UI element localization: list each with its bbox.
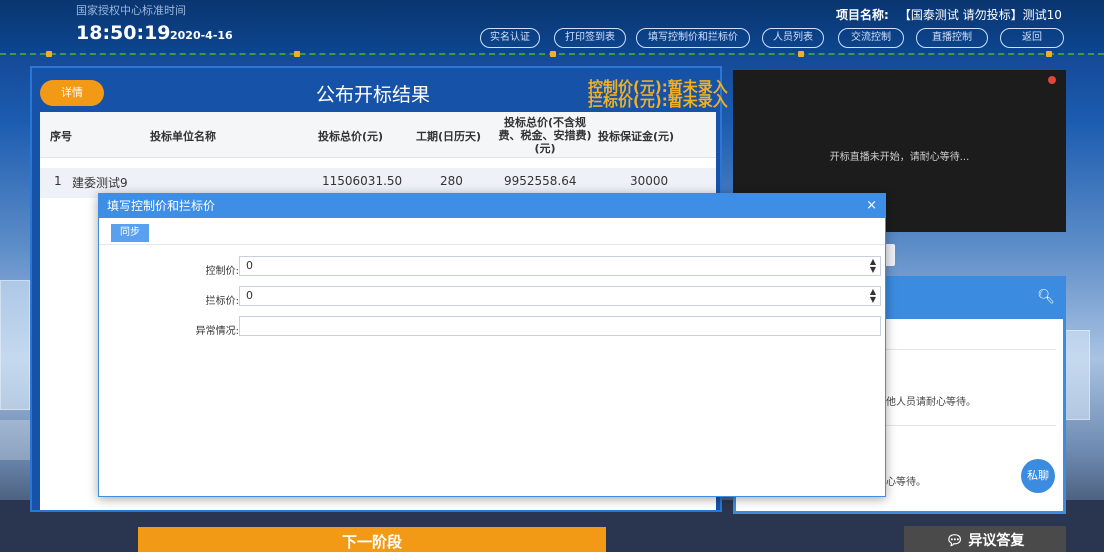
nav-personnel-list[interactable]: 人员列表: [762, 28, 824, 48]
chat-message: 心等待。: [886, 477, 926, 488]
objection-reply-label: 异议答复: [968, 533, 1025, 549]
toolbar-divider: [99, 244, 885, 245]
sync-button[interactable]: 同步: [111, 224, 149, 242]
block-price-input[interactable]: 0 ▲ ▼: [239, 286, 881, 306]
top-header: 国家授权中心标准时间 18:50:19 2020-4-16 项目名称: 【国泰测试…: [0, 0, 1104, 57]
panel-title: 公布开标结果: [316, 84, 431, 106]
anomaly-input[interactable]: [239, 316, 881, 336]
anomaly-label: 异常情况:: [195, 326, 239, 337]
col-total-price: 投标总价(元): [318, 130, 384, 143]
objection-reply-button[interactable]: 💬︎ 异议答复: [904, 526, 1066, 552]
chat-bubble-icon: 💬︎: [945, 533, 964, 549]
cell-bidder: 建委测试9: [72, 176, 128, 190]
nav-chat-control[interactable]: 交流控制: [838, 28, 904, 48]
divider-dot: [798, 51, 804, 57]
col-bidder: 投标单位名称: [150, 130, 216, 143]
control-price-input[interactable]: 0 ▲ ▼: [239, 256, 881, 276]
cell-total-price: 11506031.50: [322, 174, 403, 188]
block-price-status: 拦标价(元):暂未录入: [588, 92, 728, 110]
nav-print-signin[interactable]: 打印签到表: [554, 28, 626, 48]
spinner-icon[interactable]: ▲ ▼: [870, 258, 876, 274]
chat-divider: [886, 425, 1056, 426]
col-net-price: 投标总价(不含规费、税金、安措费)(元): [498, 116, 592, 155]
project-label: 项目名称:: [836, 8, 889, 22]
control-price-value: 0: [246, 259, 253, 272]
next-stage-button[interactable]: 下一阶段: [138, 527, 606, 552]
detail-button[interactable]: 详情: [40, 80, 104, 106]
live-status-message: 开标直播未开始，请耐心等待...: [829, 152, 970, 163]
clock-label: 国家授权中心标准时间: [76, 4, 186, 17]
block-price-value: 0: [246, 289, 253, 302]
project-value: 【国泰测试 请勿投标】测试10: [898, 8, 1062, 22]
dialog-title-text: 填写控制价和拦标价: [107, 199, 216, 213]
cell-net-price: 9952558.64: [504, 174, 577, 188]
col-index: 序号: [50, 130, 72, 143]
divider-dot: [1046, 51, 1052, 57]
block-price-label: 拦标价:: [205, 296, 239, 307]
clock-time: 18:50:19: [76, 22, 171, 44]
dialog-title: 填写控制价和拦标价 ×: [99, 194, 885, 218]
nav-back[interactable]: 返回: [1000, 28, 1064, 48]
nav-fill-prices[interactable]: 填写控制价和拦标价: [636, 28, 750, 48]
divider-dot: [294, 51, 300, 57]
project-name: 项目名称: 【国泰测试 请勿投标】测试10: [836, 6, 1062, 23]
col-deposit: 投标保证金(元): [598, 130, 675, 143]
chat-message: 他人员请耐心等待。: [886, 397, 976, 408]
divider-dot: [550, 51, 556, 57]
table-header: 序号 投标单位名称 投标总价(元) 工期(日历天) 投标总价(不含规费、税金、安…: [40, 112, 716, 158]
control-price-label: 控制价:: [205, 266, 239, 277]
nav-live-control[interactable]: 直播控制: [916, 28, 988, 48]
nav-real-name-auth[interactable]: 实名认证: [480, 28, 540, 48]
price-dialog: 填写控制价和拦标价 × 同步 控制价: 0 ▲ ▼ 拦标价: 0 ▲ ▼ 异常情况:: [98, 193, 886, 497]
cell-index: 1: [54, 174, 62, 188]
private-chat-button[interactable]: 私聊: [1021, 459, 1055, 493]
spinner-icon[interactable]: ▲ ▼: [870, 288, 876, 304]
chat-divider: [886, 349, 1056, 350]
bg-window: [0, 280, 30, 410]
search-icon[interactable]: 🔍︎: [1037, 289, 1055, 305]
location-pin-icon: [1048, 76, 1056, 84]
bg-pillar: [0, 420, 30, 460]
clock-date: 2020-4-16: [170, 29, 233, 42]
divider-dot: [46, 51, 52, 57]
cell-duration: 280: [440, 174, 463, 188]
col-duration: 工期(日历天): [416, 130, 482, 143]
close-icon[interactable]: ×: [866, 194, 877, 218]
cell-deposit: 30000: [630, 174, 669, 188]
